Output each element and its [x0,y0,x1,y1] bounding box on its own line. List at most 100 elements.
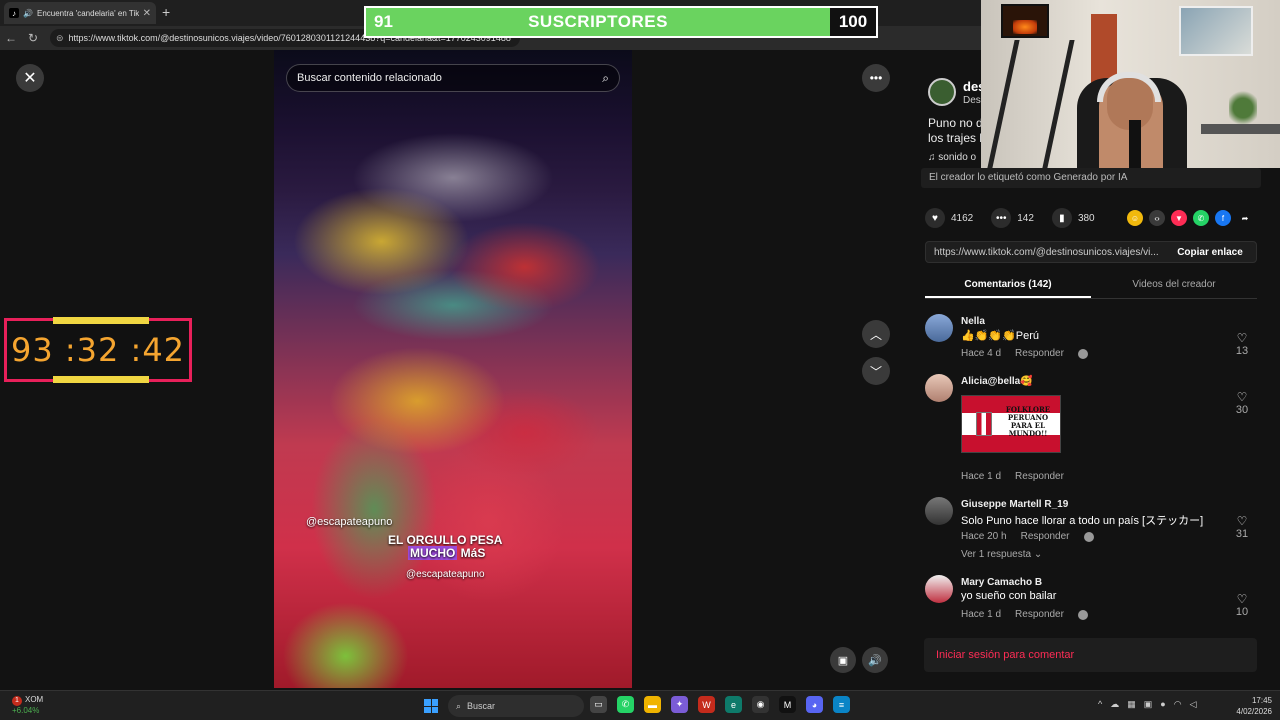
whatsapp-icon[interactable]: ✆ [1193,210,1209,226]
pip-button[interactable]: ▣ [830,647,856,673]
stock-widget[interactable]: 1 XOM +6.04% [12,695,43,716]
reply-button[interactable]: Responder [1015,471,1064,482]
desk [1201,124,1280,134]
reload-icon[interactable]: ↻ [22,31,44,45]
comment-text: yo sueño con bailar [961,590,1057,602]
search-icon[interactable]: ⌕ [602,71,609,86]
sticker-text: FOLKLORE PERUANO PARA EL MUNDO!! [1005,405,1051,438]
comment-icon[interactable]: ••• [991,208,1012,228]
comment-like[interactable]: ♡ 31 [1229,514,1255,540]
task-view-icon[interactable]: ▭ [590,696,607,713]
speaker-icon[interactable]: 🔊 [23,8,33,18]
heart-icon[interactable]: ♥ [925,208,945,228]
heart-outline-icon[interactable]: ♡ [1229,331,1255,345]
plant [1229,88,1257,128]
new-tab-button[interactable]: + [162,4,170,20]
comment-user[interactable]: Nella [961,316,985,327]
comment-time: Hace 1 d [961,609,1002,620]
avatar[interactable] [925,497,953,525]
capcut-icon[interactable]: M [779,696,796,713]
volume-button[interactable]: 🔊 [862,647,888,673]
video-caption-line2: MUCHO MáS [408,546,485,560]
send-icon[interactable]: ▼ [1171,210,1187,226]
taskbar-search[interactable]: ⌕ Buscar [448,695,584,717]
site-info-icon[interactable]: ⊜ [56,33,64,44]
sound-link[interactable]: ♫ sonido o [928,152,976,163]
likes-count: 4162 [951,212,974,224]
embed-icon[interactable]: ‹› [1149,210,1165,226]
comment-like[interactable]: ♡ 30 [1229,390,1255,416]
video-frame[interactable]: Buscar contenido relacionado ⌕ [274,50,632,688]
comment-user[interactable]: Mary Camacho B [961,577,1042,588]
panel-tabs: Comentarios (142) Videos del creador [925,275,1257,299]
notepad-icon[interactable]: ≡ [833,696,850,713]
next-video-button[interactable]: ﹀ [862,357,890,385]
comment-meta: Hace 1 d Responder [961,471,1064,482]
login-to-comment-button[interactable]: Iniciar sesión para comentar [924,638,1257,672]
display-icon[interactable]: ▣ [1144,699,1153,710]
file-explorer-icon[interactable]: ▬ [644,696,661,713]
discord-icon[interactable]: ◕ [806,696,823,713]
comment-meta: Hace 20 h Responder [961,531,1094,542]
copilot-icon[interactable]: ✦ [671,696,688,713]
wifi-icon[interactable]: ◠ [1174,699,1182,710]
heart-outline-icon[interactable]: ♡ [1229,514,1255,528]
edge-icon[interactable]: e [725,696,742,713]
author-subtitle: Des [963,95,981,106]
cloud-icon[interactable]: ☁ [1110,699,1119,710]
share-arrow-icon[interactable]: ➦ [1237,210,1253,226]
comment-like[interactable]: ♡ 10 [1229,592,1255,618]
volume-icon[interactable]: ◁ [1190,699,1197,710]
clock[interactable]: 17:45 4/02/2026 [1230,695,1272,717]
taskbar: 1 XOM +6.04% ⌕ Buscar ▭ ✆ ▬ ✦ W e ◉ M ◕ ≡… [0,690,1280,720]
network-icon[interactable]: ▦ [1127,699,1136,710]
windows-start-icon[interactable] [424,699,438,713]
search-icon: ⌕ [456,700,462,711]
taskbar-apps: ▭ ✆ ▬ ✦ W e ◉ M ◕ ≡ [590,696,850,713]
facebook-icon[interactable]: f [1215,210,1231,226]
chevron-up-icon[interactable]: ^ [1098,699,1102,710]
microphone [1129,120,1141,168]
tab-comments[interactable]: Comentarios (142) [925,275,1091,298]
copy-link-button[interactable]: Copiar enlace [1164,242,1256,262]
view-replies-button[interactable]: Ver 1 respuesta ⌄ [961,549,1042,560]
avatar[interactable] [925,314,953,342]
office-icon[interactable]: W [698,696,715,713]
creator-like-icon [1077,348,1088,359]
reply-button[interactable]: Responder [1021,531,1070,542]
avatar[interactable] [925,575,953,603]
mic-icon[interactable]: ● [1160,699,1165,710]
whatsapp-icon[interactable]: ✆ [617,696,634,713]
previous-video-button[interactable]: ︿ [862,320,890,348]
comment-like-count: 31 [1235,528,1249,540]
reply-button[interactable]: Responder [1015,348,1064,359]
tiktok-icon: ♪ [9,8,19,18]
close-button[interactable]: ✕ [16,64,44,92]
subscriber-count: 91 [374,12,393,31]
chrome-icon[interactable]: ◉ [752,696,769,713]
tab-creator-videos[interactable]: Videos del creador [1091,275,1257,298]
music-note-icon: ♫ [928,152,939,163]
clock-date: 4/02/2026 [1236,707,1272,716]
comment-item: Alicia@bella🥰 FOLKLORE PERUANO PARA EL M… [925,374,1265,486]
more-options-button[interactable]: ••• [862,64,890,92]
mic-stand [987,40,1075,168]
comment-like[interactable]: ♡ 13 [1229,331,1255,357]
close-tab-icon[interactable]: ✕ [143,8,151,19]
avatar[interactable] [925,374,953,402]
author-avatar[interactable] [928,78,956,106]
related-search-placeholder: Buscar contenido relacionado [297,72,442,84]
bookmark-icon[interactable]: ▮ [1051,208,1072,228]
coin-icon[interactable]: ☺ [1127,210,1143,226]
copy-link-bar: https://www.tiktok.com/@destinosunicos.v… [925,241,1257,263]
comment-user[interactable]: Giuseppe Martell R_19 [961,499,1068,510]
comment-user[interactable]: Alicia@bella🥰 [961,376,1033,387]
countdown-timer: 93 :32 :42 [4,317,192,383]
sound-label: sonido o [938,152,977,163]
related-search-input[interactable]: Buscar contenido relacionado ⌕ [286,64,620,92]
back-icon[interactable]: ← [0,31,22,45]
reply-button[interactable]: Responder [1015,609,1064,620]
heart-outline-icon[interactable]: ♡ [1229,592,1255,606]
heart-outline-icon[interactable]: ♡ [1229,390,1255,404]
browser-tab[interactable]: ♪ 🔊 Encuentra 'candelaria' en TikTok ✕ [4,2,156,24]
